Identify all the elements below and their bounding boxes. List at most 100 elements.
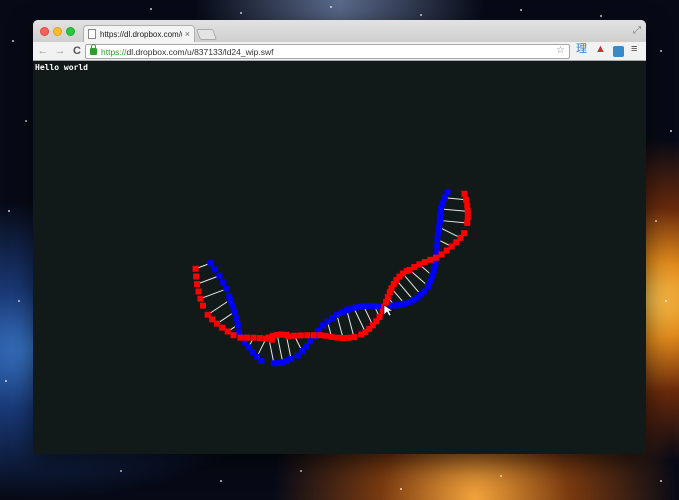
- helix-strand-blue-node: [444, 189, 451, 196]
- close-window-button[interactable]: [40, 27, 49, 36]
- helix-strand-blue-node: [223, 285, 230, 292]
- turtle-extension-icon[interactable]: ▲: [595, 44, 606, 55]
- helix-strand-blue-node: [421, 288, 428, 295]
- helix-strand-red-node: [421, 259, 428, 266]
- helix-strand-red-node: [345, 334, 352, 341]
- helix-strand-blue-node: [236, 328, 243, 335]
- star-dot: [665, 300, 667, 302]
- helix-strand-red-node: [317, 332, 324, 339]
- helix-strand-red-node: [197, 295, 204, 302]
- helix-strand-red-node: [416, 261, 423, 268]
- flash-content-area[interactable]: Hello world: [33, 61, 646, 454]
- helix-strand-red-node: [237, 334, 244, 341]
- helix-strand-red-node: [219, 324, 226, 331]
- helix-strand-blue-node: [430, 266, 437, 273]
- helix-strand-red-node: [230, 332, 237, 339]
- helix-strand-blue-node: [307, 338, 314, 345]
- helix-strand-red-node: [291, 332, 298, 339]
- helix-strand-blue-node: [231, 308, 238, 315]
- helix-strand-red-node: [464, 214, 471, 221]
- helix-strand-red-node: [310, 332, 317, 339]
- helix-strand-red-node: [427, 256, 434, 263]
- helix-rung: [402, 273, 422, 296]
- helix-rung: [196, 275, 220, 285]
- helix-strand-blue-node: [227, 296, 234, 303]
- helix-strand-blue-node: [220, 279, 227, 286]
- helix-rung: [438, 226, 461, 239]
- helix-strand-red-node: [322, 332, 329, 339]
- maximize-window-button[interactable]: [66, 27, 75, 36]
- helix-strand-red-node: [438, 251, 445, 258]
- helix-strand-red-node: [195, 288, 202, 295]
- helix-strand-red-node: [224, 328, 231, 335]
- helix-strand-red-node: [328, 333, 335, 340]
- helix-strand-red-node: [461, 190, 468, 197]
- helix-strand-blue-node: [429, 272, 436, 279]
- back-button[interactable]: ←: [36, 45, 50, 57]
- browser-toolbar: ← → C https://dl.dropbox.com/u/837133/ld…: [33, 42, 646, 61]
- star-dot: [660, 50, 662, 52]
- star-dot: [220, 480, 222, 482]
- helix-strand-red-node: [334, 334, 341, 341]
- chrome-menu-icon[interactable]: ≡: [631, 44, 637, 55]
- helix-strand-red-node: [243, 334, 250, 341]
- helix-strand-blue-node: [435, 230, 442, 237]
- new-tab-button[interactable]: [195, 29, 218, 40]
- helix-strand-blue-node: [436, 217, 443, 224]
- helix-strand-red-node: [193, 273, 200, 280]
- helix-strand-red-node: [340, 334, 347, 341]
- star-dot: [660, 480, 662, 482]
- helix-rung: [346, 310, 355, 338]
- dna-helix-graphic: [192, 189, 471, 367]
- helix-strand-blue-node: [375, 303, 382, 310]
- tab-close-icon[interactable]: ×: [185, 29, 190, 39]
- forward-button[interactable]: →: [53, 45, 67, 57]
- star-dot: [150, 8, 152, 10]
- helix-strand-red-node: [464, 208, 471, 215]
- address-bar[interactable]: https://dl.dropbox.com/u/837133/ld24_wip…: [85, 44, 570, 59]
- helix-strand-red-node: [285, 333, 292, 340]
- helix-strand-blue-node: [438, 206, 445, 213]
- minimize-window-button[interactable]: [53, 27, 62, 36]
- helix-strand-blue-node: [360, 303, 367, 310]
- helix-rung: [207, 299, 231, 316]
- helix-rung: [336, 314, 344, 339]
- helix-strand-blue-node: [365, 302, 372, 309]
- lock-icon: [90, 44, 97, 55]
- helix-strand-blue-node: [234, 321, 241, 328]
- tab-active[interactable]: https://dl.dropbox.com/u/8 ×: [83, 25, 195, 42]
- helix-strand-blue-node: [207, 260, 214, 267]
- helix-rung: [439, 219, 468, 224]
- helix-strand-blue-node: [437, 211, 444, 218]
- helix-strand-blue-node: [229, 302, 236, 309]
- star-dot: [400, 488, 402, 490]
- star-dot: [300, 470, 302, 472]
- helix-strand-red-node: [213, 320, 220, 327]
- helix-strand-red-node: [192, 265, 199, 272]
- helix-strand-red-node: [194, 281, 201, 288]
- helix-strand-blue-node: [434, 236, 441, 243]
- reload-button[interactable]: C: [70, 45, 84, 57]
- bookmark-star-icon[interactable]: ☆: [556, 46, 565, 56]
- star-dot: [420, 14, 422, 16]
- browser-window: https://dl.dropbox.com/u/8 × ⤢ ← → C htt…: [33, 20, 646, 454]
- dictionary-extension-icon[interactable]: 理: [576, 44, 587, 55]
- star-dot: [12, 40, 14, 42]
- star-dot: [670, 130, 672, 132]
- helix-strand-red-node: [461, 230, 468, 237]
- blue-extension-icon[interactable]: [613, 46, 624, 57]
- fullscreen-icon[interactable]: ⤢: [633, 25, 641, 36]
- helix-strand-red-node: [464, 219, 471, 226]
- star-dot: [18, 300, 20, 302]
- star-dot: [500, 475, 502, 477]
- url-path: dl.dropbox.com/u/837133/ld24_wip.swf: [126, 46, 274, 57]
- helix-strand-blue-node: [288, 355, 295, 362]
- tab-title: https://dl.dropbox.com/u/8: [100, 29, 182, 39]
- helix-strand-red-node: [432, 254, 439, 261]
- helix-strand-red-node: [250, 334, 257, 341]
- star-dot: [240, 12, 242, 14]
- helix-rung: [353, 307, 366, 333]
- helix-strand-blue-node: [212, 266, 219, 273]
- star-dot: [25, 120, 27, 122]
- page-icon: [88, 29, 96, 39]
